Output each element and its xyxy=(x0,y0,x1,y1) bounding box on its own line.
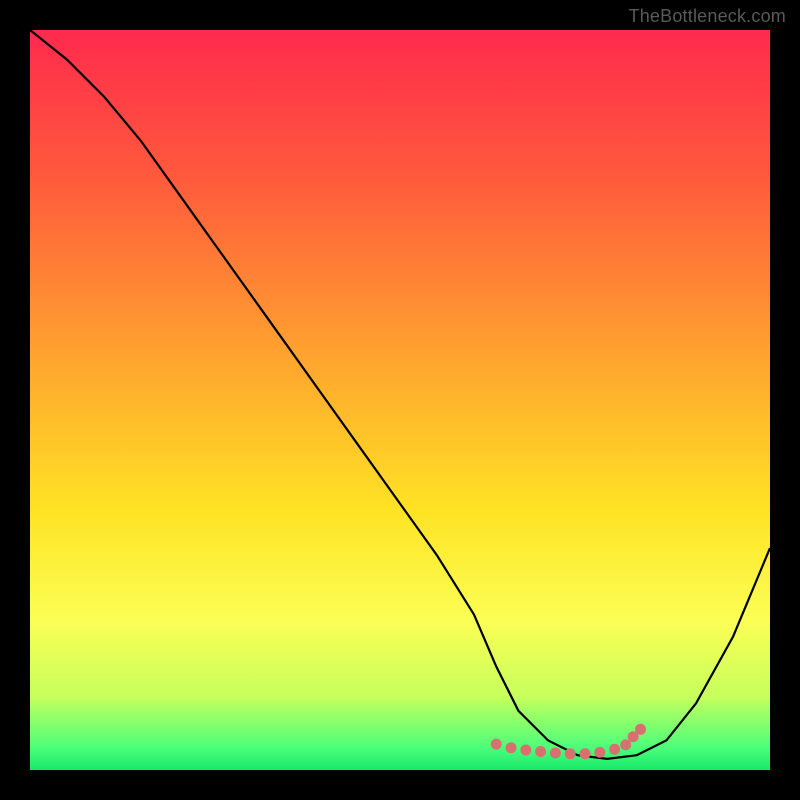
marker-dot xyxy=(594,747,605,758)
marker-dot xyxy=(535,746,546,757)
marker-dot xyxy=(609,744,620,755)
marker-dot xyxy=(550,747,561,758)
marker-dot xyxy=(506,742,517,753)
chart-plot-area xyxy=(30,30,770,770)
marker-dot xyxy=(520,745,531,756)
marker-dot xyxy=(620,739,631,750)
marker-dot xyxy=(565,748,576,759)
marker-dot xyxy=(580,748,591,759)
marker-dot xyxy=(635,724,646,735)
watermark-text: TheBottleneck.com xyxy=(629,6,786,27)
chart-svg xyxy=(30,30,770,770)
marker-dot xyxy=(491,739,502,750)
